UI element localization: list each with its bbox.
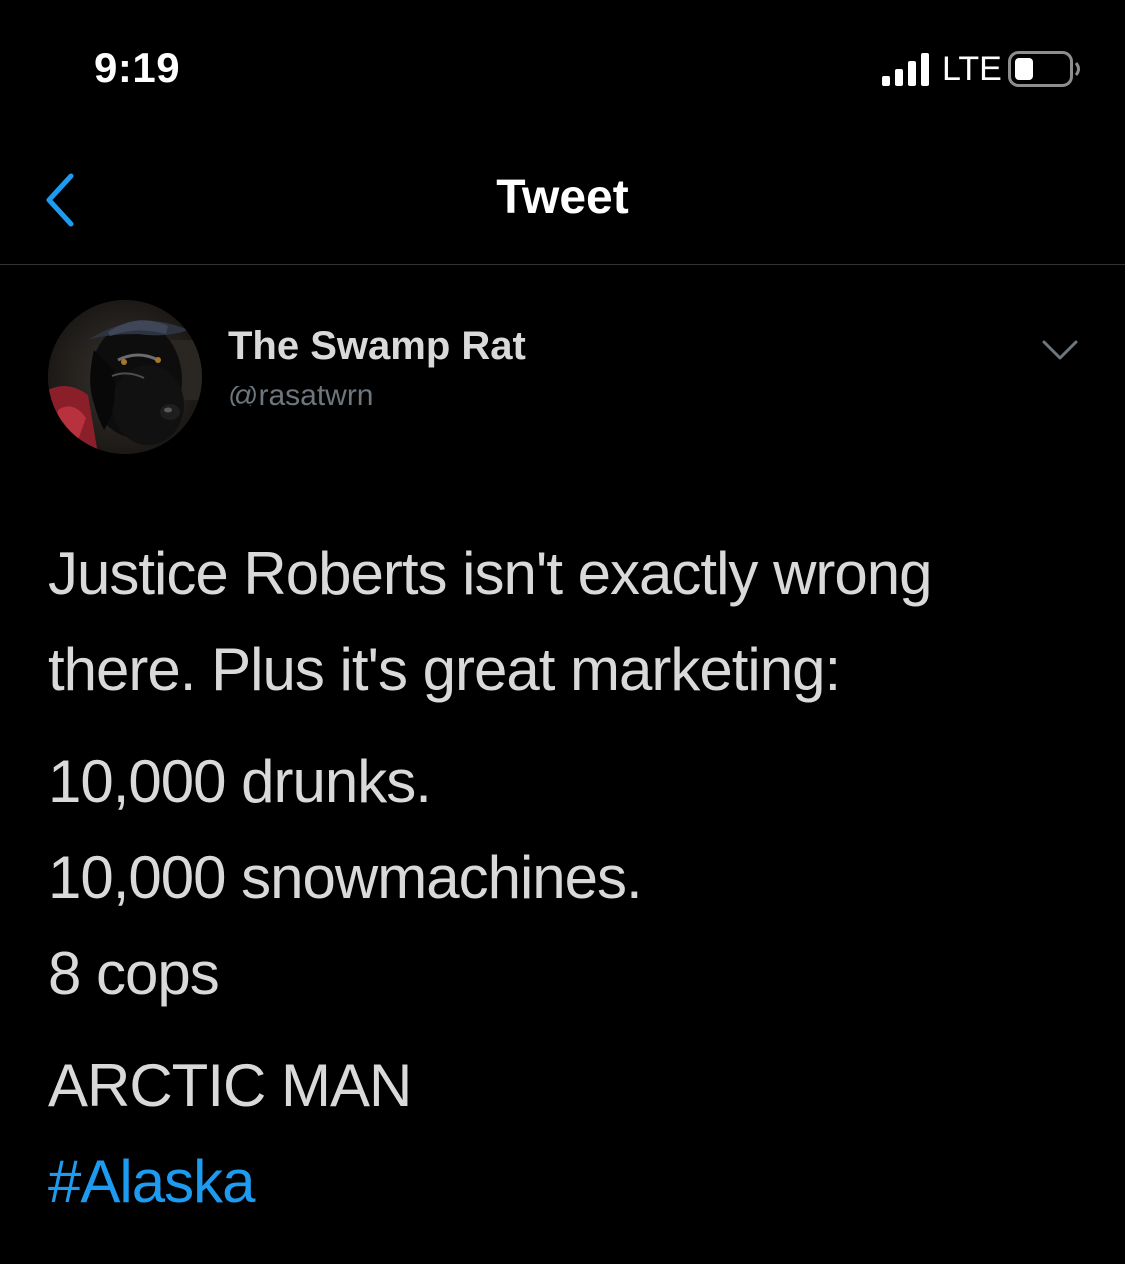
battery-icon — [1008, 51, 1080, 87]
tweet-line: 10,000 snowmachines. — [48, 844, 643, 911]
tweet-line: ARCTIC MAN — [48, 1052, 412, 1119]
hashtag-link[interactable]: #Alaska — [48, 1134, 1088, 1230]
tweet-text: Justice Roberts isn't exactly wrong ther… — [48, 526, 1088, 1230]
author-handle[interactable]: @rasatwrn — [228, 386, 374, 406]
tweet-line: there. Plus it's great marketing: — [48, 636, 841, 703]
network-label: LTE — [942, 50, 1002, 88]
tweet-line: 8 cops — [48, 940, 220, 1007]
signal-icon — [882, 53, 929, 86]
tweet-line: Justice Roberts isn't exactly wrong — [48, 540, 933, 607]
chevron-down-icon — [1042, 340, 1078, 360]
avatar[interactable] — [48, 300, 202, 454]
tweet-header: The Swamp Rat @rasatwrn — [0, 300, 1125, 460]
author-display-name[interactable]: The Swamp Rat — [228, 324, 526, 369]
nav-bar: Tweet — [0, 130, 1125, 265]
tweet-line: 10,000 drunks. — [48, 748, 432, 815]
status-time: 9:19 — [94, 44, 181, 91]
more-options-button[interactable] — [1040, 336, 1090, 376]
status-bar: 9:19 LTE — [0, 0, 1125, 120]
avatar-image — [48, 300, 202, 454]
page-title: Tweet — [496, 171, 629, 224]
